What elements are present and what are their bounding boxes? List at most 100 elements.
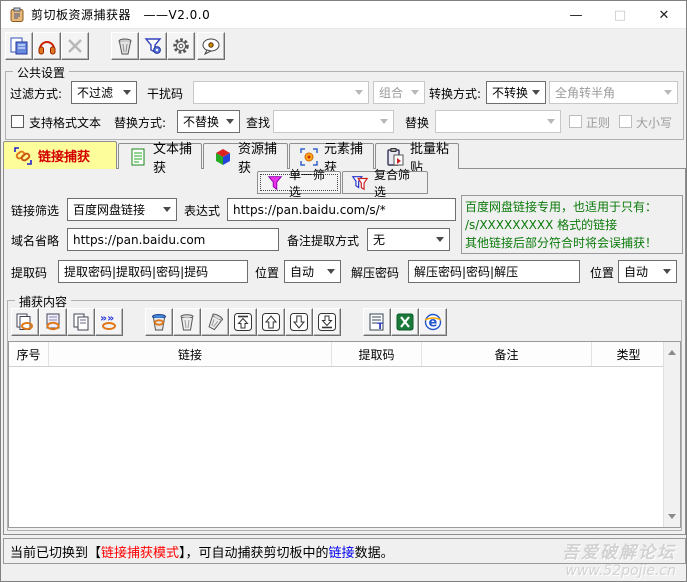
move-top-button[interactable] <box>229 308 257 336</box>
open-links-button[interactable]: »» <box>95 308 123 336</box>
chevron-down-icon <box>411 90 419 99</box>
subtab-single-filter[interactable]: 单一筛选 <box>257 168 341 199</box>
capture-table: 序号 链接 提取码 备注 类型 <box>8 341 681 528</box>
chain-link-icon <box>13 146 33 166</box>
unzip-position-select[interactable]: 自动 <box>618 260 677 283</box>
delete-row-icon <box>177 312 197 332</box>
filter-settings-icon <box>143 36 163 56</box>
stop-capture-button[interactable] <box>61 32 89 60</box>
expression-label: 表达式 <box>184 204 221 218</box>
settings-gear-button[interactable] <box>167 32 195 60</box>
open-browser-button[interactable]: e <box>419 308 447 336</box>
watermark-line2: www.52pojie.cn <box>565 563 676 579</box>
copy-link-icon <box>15 312 35 332</box>
subtab-compound-filter[interactable]: 复合筛选 <box>342 168 428 199</box>
tab-resource-capture[interactable]: 资源捕获 <box>203 142 288 176</box>
paste-link-button[interactable] <box>39 308 67 336</box>
capture-toolbar: »» Te <box>11 308 671 336</box>
paste-link-icon <box>43 312 63 332</box>
regex-label: 正则 <box>586 116 611 130</box>
chevron-down-icon <box>123 90 131 99</box>
subtab-label: 单一筛选 <box>289 167 326 199</box>
delete-row-button[interactable] <box>173 308 201 336</box>
noise-code-select <box>193 81 369 104</box>
export-txt-button[interactable]: T <box>363 308 391 336</box>
tab-link-capture[interactable]: 链接捕获 <box>3 141 117 169</box>
rich-text-checkbox[interactable] <box>11 115 24 128</box>
tab-label: 文本捕获 <box>153 141 193 176</box>
column-header-code[interactable]: 提取码 <box>332 342 422 366</box>
open-links-icon: »» <box>99 312 119 332</box>
tab-label: 资源捕获 <box>238 141 278 176</box>
link-filter-select[interactable]: 百度网盘链接 <box>67 198 177 221</box>
scroll-up-arrow-icon[interactable] <box>664 342 680 359</box>
element-capture-icon <box>299 147 319 167</box>
move-top-icon <box>233 312 253 332</box>
filter-mode-select[interactable]: 不过滤 <box>71 81 137 104</box>
delete-link-icon <box>149 312 169 332</box>
case-checkbox <box>619 115 632 128</box>
common-settings-title: 公共设置 <box>13 64 70 81</box>
filter-settings-button[interactable] <box>139 32 167 60</box>
subtab-label: 复合筛选 <box>374 167 411 199</box>
rich-text-label: 支持格式文本 <box>29 116 102 130</box>
extract-code-input[interactable]: 提取密码|提取码|密码|提码 <box>58 260 248 283</box>
unzip-password-label: 解压密码 <box>351 266 400 280</box>
funnel-magenta-icon <box>266 174 284 192</box>
status-text: 当前已切换到【 <box>10 545 102 561</box>
chevron-down-icon <box>532 90 540 99</box>
settings-gear-icon <box>171 36 191 56</box>
code-position-select[interactable]: 自动 <box>284 260 341 283</box>
maximize-button: □ <box>613 7 627 23</box>
tab-text-capture[interactable]: 文本捕获 <box>118 142 202 176</box>
copy-all-button[interactable] <box>67 308 95 336</box>
domain-omit-label: 域名省略 <box>11 234 60 248</box>
unzip-position-label: 位置 <box>590 266 615 280</box>
close-button[interactable]: ✕ <box>642 1 686 29</box>
column-header-index[interactable]: 序号 <box>9 342 49 366</box>
table-scrollbar[interactable] <box>663 342 680 527</box>
filter-mode-label: 过滤方式: <box>10 87 63 101</box>
unzip-password-input[interactable]: 解压密码|密码|解压 <box>408 260 580 283</box>
copy-link-button[interactable] <box>11 308 39 336</box>
chevron-down-icon <box>436 237 444 246</box>
code-position-label: 位置 <box>255 266 280 280</box>
column-header-remark[interactable]: 备注 <box>422 342 592 366</box>
delete-link-button[interactable] <box>145 308 173 336</box>
chevron-down-icon <box>163 207 171 216</box>
status-keyword-text: 链接 <box>328 545 355 561</box>
status-mode-text: 链接捕获模式 <box>101 545 180 561</box>
move-down-icon <box>289 312 309 332</box>
column-header-link[interactable]: 链接 <box>49 342 332 366</box>
replace-mode-label: 替换方式: <box>114 116 167 130</box>
stop-capture-icon <box>65 36 85 56</box>
view-eye-button[interactable] <box>197 32 225 60</box>
chevron-down-icon <box>663 269 671 278</box>
listen-clipboard-button[interactable] <box>33 32 61 60</box>
move-up-button[interactable] <box>257 308 285 336</box>
paste-capture-icon <box>9 36 29 56</box>
minimize-button[interactable]: — <box>554 1 598 29</box>
domain-omit-input[interactable]: https://pan.baidu.com <box>67 228 279 251</box>
listen-clipboard-icon <box>37 36 57 56</box>
clear-button[interactable] <box>111 32 139 60</box>
move-down-button[interactable] <box>285 308 313 336</box>
export-excel-button[interactable] <box>391 308 419 336</box>
paste-capture-button[interactable] <box>5 32 33 60</box>
app-icon <box>9 7 25 23</box>
expression-input[interactable]: https://pan.baidu.com/s/* <box>227 198 456 221</box>
move-bottom-button[interactable] <box>313 308 341 336</box>
fullwidth-select: 全角转半角 <box>549 81 678 104</box>
view-eye-icon <box>201 36 221 56</box>
remark-mode-select[interactable]: 无 <box>367 228 450 251</box>
column-header-type[interactable]: 类型 <box>592 342 665 366</box>
convert-mode-select[interactable]: 不转换 <box>486 81 546 104</box>
filter-hint-note: 百度网盘链接专用，也适用于只有： /s/XXXXXXXXX 格式的链接 其他链接… <box>461 195 683 254</box>
resource-capture-icon <box>213 147 233 167</box>
regex-checkbox <box>569 115 582 128</box>
delete-all-button[interactable] <box>201 308 229 336</box>
status-bar: 当前已切换到【 链接捕获模式 】，可自动捕获剪切板中的 链接 数据。 <box>3 538 686 564</box>
scroll-down-arrow-icon[interactable] <box>664 510 680 527</box>
open-browser-icon: e <box>423 312 443 332</box>
replace-mode-select[interactable]: 不替换 <box>177 110 240 133</box>
